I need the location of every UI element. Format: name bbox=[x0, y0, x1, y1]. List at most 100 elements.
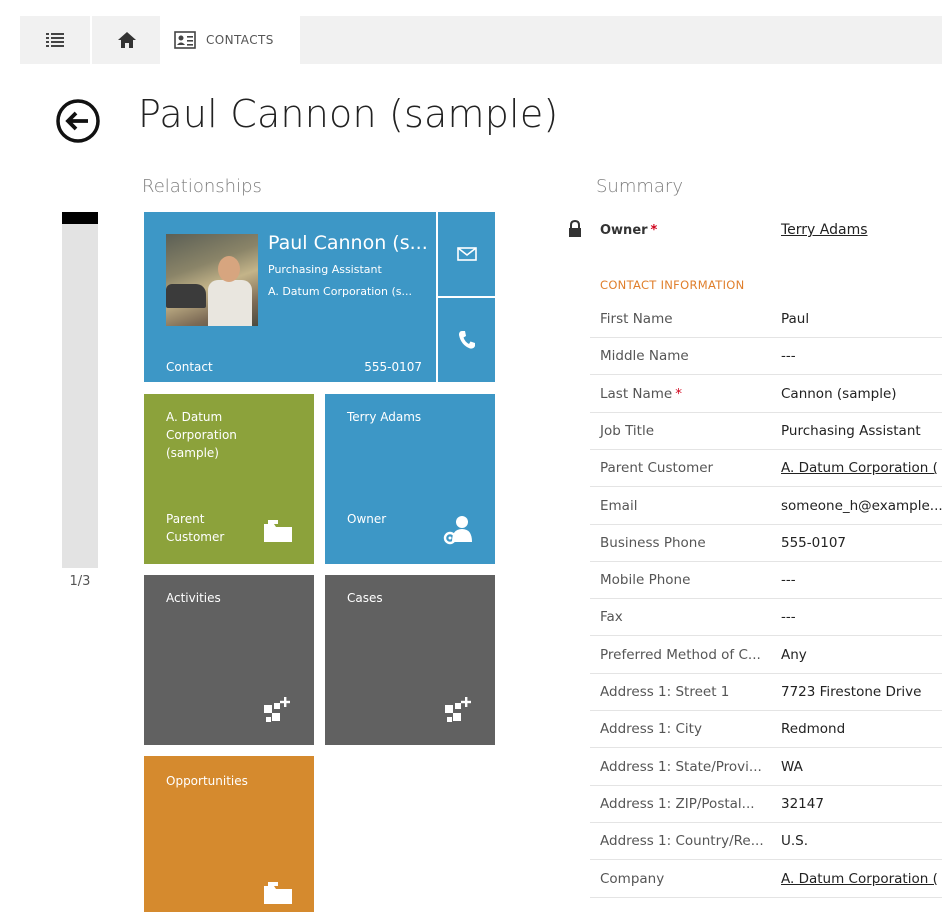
field-value[interactable]: U.S. bbox=[781, 833, 808, 849]
owner-field-label: Owner * bbox=[600, 223, 657, 238]
contact-tile-type: Contact bbox=[166, 360, 213, 374]
field-label: Email bbox=[600, 498, 637, 514]
parent-customer-name: A. Datum Corporation (sample) bbox=[166, 410, 237, 460]
folder-icon bbox=[264, 882, 292, 904]
field-row[interactable]: Middle Name --- bbox=[590, 338, 942, 376]
contacts-icon bbox=[174, 31, 196, 49]
back-arrow-icon bbox=[56, 99, 100, 143]
call-button[interactable] bbox=[438, 298, 495, 382]
scroll-thumb[interactable] bbox=[62, 212, 98, 224]
required-marker: * bbox=[650, 223, 658, 238]
field-row[interactable]: Address 1: City Redmond bbox=[590, 711, 942, 749]
field-value[interactable]: --- bbox=[781, 348, 796, 364]
contact-photo bbox=[166, 234, 258, 326]
home-icon bbox=[118, 32, 136, 48]
breadcrumb-label: CONTACTS bbox=[206, 33, 274, 47]
activities-label: Activities bbox=[166, 591, 221, 605]
field-label-text: Parent Customer bbox=[600, 460, 714, 477]
field-row[interactable]: Last Name * Cannon (sample) bbox=[590, 376, 942, 413]
field-value[interactable]: 555-0107 bbox=[781, 535, 846, 551]
field-row[interactable]: Business Phone 555-0107 bbox=[590, 525, 942, 562]
field-value[interactable]: A. Datum Corporation ( bbox=[781, 871, 938, 887]
lock-icon bbox=[569, 220, 581, 237]
field-value[interactable]: Redmond bbox=[781, 721, 845, 737]
scroll-track[interactable] bbox=[62, 212, 98, 568]
field-row[interactable]: First Name Paul bbox=[590, 301, 942, 338]
field-label: Address 1: ZIP/Postal... bbox=[600, 796, 755, 812]
field-row[interactable]: Fax --- bbox=[590, 599, 942, 637]
field-value[interactable]: --- bbox=[781, 609, 796, 625]
field-row[interactable]: Address 1: Street 1 7723 Firestone Drive bbox=[590, 674, 942, 711]
field-label-text: Company bbox=[600, 870, 665, 887]
field-value[interactable]: A. Datum Corporation ( bbox=[781, 460, 938, 476]
field-label: Middle Name bbox=[600, 348, 689, 364]
field-label: Address 1: Street 1 bbox=[600, 684, 729, 700]
owner-field-value[interactable]: Terry Adams bbox=[781, 222, 868, 238]
field-value[interactable]: Paul bbox=[781, 311, 809, 327]
field-row[interactable]: Job Title Purchasing Assistant bbox=[590, 413, 942, 450]
owner-tile-name: Terry Adams bbox=[347, 410, 422, 424]
field-label-text: Middle Name bbox=[600, 348, 689, 365]
field-label-text: Address 1: State/Provi... bbox=[600, 758, 762, 775]
menu-icon bbox=[46, 33, 64, 47]
field-value[interactable]: someone_h@example... bbox=[781, 498, 942, 514]
field-row[interactable]: Address 1: ZIP/Postal... 32147 bbox=[590, 786, 942, 823]
page-title: Paul Cannon (sample) bbox=[138, 92, 559, 136]
field-label: Fax bbox=[600, 609, 623, 625]
opportunities-tile[interactable]: Opportunities bbox=[144, 756, 314, 912]
opportunities-label: Opportunities bbox=[166, 774, 248, 788]
cases-tile[interactable]: Cases bbox=[325, 575, 495, 745]
field-value[interactable]: Cannon (sample) bbox=[781, 386, 897, 402]
contact-information-heading: CONTACT INFORMATION bbox=[600, 278, 745, 292]
contact-tile[interactable]: Paul Cannon (s... Purchasing Assistant A… bbox=[144, 212, 436, 382]
field-row[interactable]: Address 1: Country/Re... U.S. bbox=[590, 823, 942, 861]
contact-tile-phone: 555-0107 bbox=[364, 360, 422, 374]
field-row[interactable]: Mobile Phone --- bbox=[590, 562, 942, 600]
parent-customer-tile[interactable]: A. Datum Corporation (sample) Parent Cus… bbox=[144, 394, 314, 564]
field-label: Mobile Phone bbox=[600, 572, 690, 588]
required-marker: * bbox=[675, 385, 682, 402]
breadcrumb-contacts[interactable]: CONTACTS bbox=[160, 16, 300, 64]
field-value[interactable]: 32147 bbox=[781, 796, 824, 812]
owner-tile[interactable]: Terry Adams Owner bbox=[325, 394, 495, 564]
field-value[interactable]: Any bbox=[781, 647, 807, 663]
field-row[interactable]: Parent Customer A. Datum Corporation ( bbox=[590, 450, 942, 488]
field-label: Address 1: Country/Re... bbox=[600, 833, 764, 849]
field-label-text: Address 1: ZIP/Postal... bbox=[600, 795, 755, 812]
field-label-text: First Name bbox=[600, 311, 673, 327]
field-label-text: Preferred Method of C... bbox=[600, 646, 761, 663]
field-label: Last Name * bbox=[600, 386, 682, 402]
field-label-text: Address 1: Street 1 bbox=[600, 684, 730, 700]
field-value[interactable]: 7723 Firestone Drive bbox=[781, 684, 921, 700]
field-row[interactable]: Address 1: State/Provi... WA bbox=[590, 749, 942, 786]
field-label: Business Phone bbox=[600, 535, 706, 551]
field-label: Preferred Method of C... bbox=[600, 647, 761, 663]
field-row[interactable]: Company A. Datum Corporation ( bbox=[590, 861, 942, 898]
field-label-text: Email bbox=[600, 497, 638, 514]
field-label: First Name bbox=[600, 311, 673, 327]
field-label: Job Title bbox=[600, 423, 654, 439]
field-label-text: Business Phone bbox=[600, 534, 706, 551]
field-value[interactable]: WA bbox=[781, 759, 803, 775]
field-value[interactable]: --- bbox=[781, 572, 796, 588]
phone-icon bbox=[458, 331, 475, 349]
parent-customer-label: Parent Customer bbox=[166, 512, 225, 544]
activities-tile[interactable]: Activities bbox=[144, 575, 314, 745]
add-case-icon bbox=[445, 697, 471, 722]
field-label-text: Fax bbox=[600, 609, 623, 626]
back-button[interactable] bbox=[54, 97, 102, 145]
email-button[interactable] bbox=[438, 212, 495, 296]
menu-button[interactable] bbox=[20, 16, 92, 64]
home-button[interactable] bbox=[94, 16, 160, 64]
field-label-text: Job Title bbox=[600, 422, 655, 439]
field-value[interactable]: Purchasing Assistant bbox=[781, 423, 921, 439]
folder-icon bbox=[264, 520, 292, 542]
contact-tile-job-title: Purchasing Assistant bbox=[268, 263, 382, 276]
top-nav-bar: CONTACTS bbox=[20, 16, 942, 64]
field-row[interactable]: Email someone_h@example... bbox=[590, 488, 942, 525]
relationships-heading: Relationships bbox=[142, 176, 262, 197]
field-label-text: Last Name bbox=[600, 385, 673, 402]
contact-tile-name: Paul Cannon (s... bbox=[268, 232, 428, 254]
field-row[interactable]: Preferred Method of C... Any bbox=[590, 637, 942, 674]
field-label: Parent Customer bbox=[600, 460, 713, 476]
